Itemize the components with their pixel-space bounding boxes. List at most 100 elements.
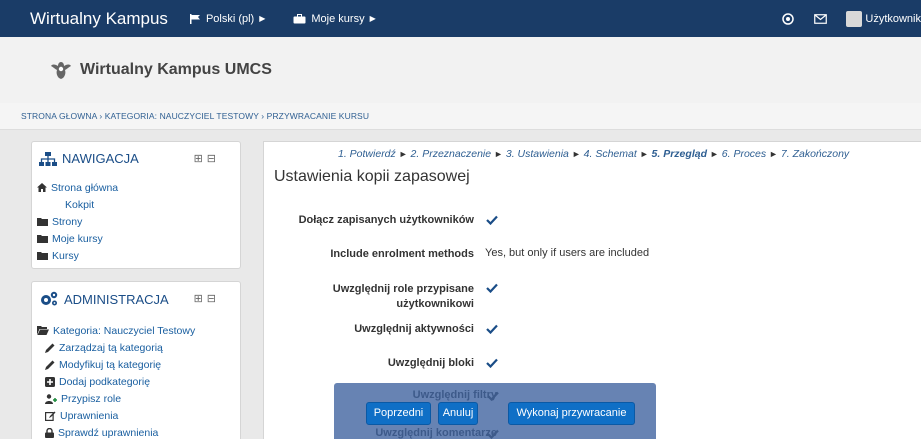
admin-item-label: Przypisz role (61, 392, 122, 405)
admin-item-label: Modyfikuj tą kategorię (59, 358, 162, 371)
setting-label-role-line2: użytkownikowi (396, 298, 474, 310)
gears-icon (41, 291, 58, 306)
block-controls[interactable]: ⊞⊟ (194, 292, 220, 305)
nav-item-label: Strona główna (51, 181, 119, 194)
step-separator: ► (494, 149, 503, 159)
step-separator: ► (709, 149, 719, 159)
home-icon (37, 183, 47, 192)
step-3: 3. Ustawienia (505, 148, 569, 160)
edit-icon (45, 411, 56, 421)
step-separator: ► (571, 149, 581, 159)
nav-item-my-courses[interactable]: Moje kursy (37, 230, 118, 247)
admin-item-assign-roles[interactable]: Przypisz role (37, 390, 195, 407)
language-menu[interactable]: Polski (pl) ▶ (189, 12, 266, 25)
checkmark-icon (487, 391, 499, 401)
setting-label-users: Dołącz zapisanych użytkowników (298, 214, 474, 226)
admin-item-label: Kategoria: Nauczyciel Testowy (53, 324, 196, 337)
admin-item-label: Dodaj podkategorię (59, 375, 151, 388)
block-controls[interactable]: ⊞⊟ (194, 152, 220, 165)
folder-icon (37, 235, 48, 243)
pencil-icon (45, 360, 55, 370)
admin-item-permissions[interactable]: Uprawnienia (37, 407, 195, 424)
checkmark-icon (486, 358, 498, 368)
navigation-block: NAWIGACJA ⊞⊟ Strona główna Kokpit Strony… (31, 141, 241, 269)
nav-item-label: Kokpit (65, 198, 95, 211)
administration-title-text: ADMINISTRACJA (64, 291, 169, 307)
plus-square-icon (45, 376, 55, 387)
admin-item-label: Sprawdź uprawnienia (58, 426, 159, 439)
nav-item-home[interactable]: Strona główna (37, 179, 118, 196)
previous-button[interactable]: Poprzedni (366, 402, 431, 425)
briefcase-icon (293, 13, 306, 23)
admin-item-edit-category[interactable]: Modyfikuj tą kategorię (37, 356, 195, 373)
step-separator: ► (398, 149, 408, 159)
brand-link[interactable]: Wirtualny Kampus (30, 9, 168, 29)
sitemap-icon (39, 151, 57, 166)
my-courses-menu[interactable]: Moje kursy ▶ (293, 12, 376, 25)
nav-item-label: Strony (52, 215, 83, 228)
step-1: 1. Potwierdź (338, 148, 396, 160)
folder-icon (37, 252, 48, 260)
site-header: Wirtualny Kampus UMCS (0, 37, 921, 103)
nav-item-courses[interactable]: Kursy (37, 247, 118, 264)
nav-item-dashboard[interactable]: Kokpit (37, 196, 118, 213)
setting-label-comments: Uwzględnij komentarze (375, 427, 497, 439)
navigation-title-text: NAWIGACJA (62, 151, 139, 166)
user-area: Użytkownik (782, 10, 921, 27)
folder-open-icon (37, 326, 49, 335)
folder-icon (37, 218, 48, 226)
navigation-list: Strona główna Kokpit Strony Moje kursy K… (37, 179, 118, 264)
admin-item-manage-category[interactable]: Zarządzaj tą kategorią (37, 339, 195, 356)
setting-label-activities: Uwzględnij aktywności (354, 323, 474, 335)
administration-list: Kategoria: Nauczyciel Testowy Zarządzaj … (37, 322, 195, 439)
nav-item-label: Kursy (52, 249, 79, 262)
add-user-icon (45, 393, 57, 404)
admin-item-category[interactable]: Kategoria: Nauczyciel Testowy (37, 322, 195, 339)
site-name: Wirtualny Kampus UMCS (80, 61, 272, 78)
administration-block: ADMINISTRACJA ⊞⊟ Kategoria: Nauczyciel T… (31, 281, 241, 439)
sticky-button-bar: Uwzględnij filtry Uwzględnij komentarze … (334, 383, 656, 439)
language-label: Polski (pl) (205, 12, 255, 25)
caret-right-icon: ▶ (369, 14, 376, 23)
admin-item-label: Uprawnienia (60, 409, 119, 422)
caret-right-icon: ▶ (259, 14, 266, 23)
target-icon[interactable] (782, 12, 795, 25)
flag-icon (189, 13, 200, 24)
setting-label-blocks: Uwzględnij bloki (387, 357, 474, 369)
admin-item-add-subcategory[interactable]: Dodaj podkategorię (37, 373, 195, 390)
cancel-button[interactable]: Anuluj (438, 402, 478, 425)
setting-label-role-line1: Uwzględnij role przypisane (332, 283, 474, 295)
avatar[interactable] (846, 10, 863, 27)
setting-label-enrolment: Include enrolment methods (330, 248, 474, 260)
admin-item-check-permissions[interactable]: Sprawdź uprawnienia (37, 424, 195, 439)
setting-label-filters: Uwzględnij filtry (412, 389, 497, 401)
pencil-icon (45, 343, 55, 353)
step-4: 4. Schemat (583, 148, 637, 160)
user-menu[interactable]: Użytkownik (865, 13, 921, 25)
eagle-logo-icon (51, 62, 71, 79)
step-6: 6. Proces (721, 148, 767, 160)
nav-item-label: Moje kursy (52, 232, 103, 245)
step-separator: ► (639, 149, 649, 159)
breadcrumb[interactable]: STRONA GŁOWNA › KATEGORIA: NAUCZYCIEL TE… (0, 103, 921, 130)
page-title: Ustawienia kopii zapasowej (274, 168, 470, 185)
my-courses-label: Moje kursy (311, 12, 365, 25)
step-separator: ► (769, 149, 778, 159)
lock-icon (45, 427, 54, 438)
site-logo[interactable]: Wirtualny Kampus UMCS (50, 60, 272, 80)
checkmark-icon (486, 283, 498, 293)
checkmark-icon (486, 324, 498, 334)
restore-button[interactable]: Wykonaj przywracanie (508, 402, 635, 425)
checkmark-icon (486, 215, 498, 225)
step-7: 7. Zakończony (780, 148, 850, 160)
nav-item-pages[interactable]: Strony (37, 213, 118, 230)
admin-item-label: Zarządzaj tą kategorią (59, 341, 163, 354)
restore-steps: 1. Potwierdź ► 2. Przeznaczenie ► 3. Ust… (338, 148, 849, 160)
top-navbar: Wirtualny Kampus Polski (pl) ▶ Moje kurs… (0, 0, 921, 37)
step-5-current: 5. Przegląd (651, 148, 707, 160)
checkmark-icon (487, 429, 499, 439)
step-2: 2. Przeznaczenie (410, 148, 492, 160)
mail-icon[interactable] (814, 13, 828, 24)
administration-title: ADMINISTRACJA (39, 291, 169, 307)
setting-value-enrolment: Yes, but only if users are included (485, 247, 650, 259)
